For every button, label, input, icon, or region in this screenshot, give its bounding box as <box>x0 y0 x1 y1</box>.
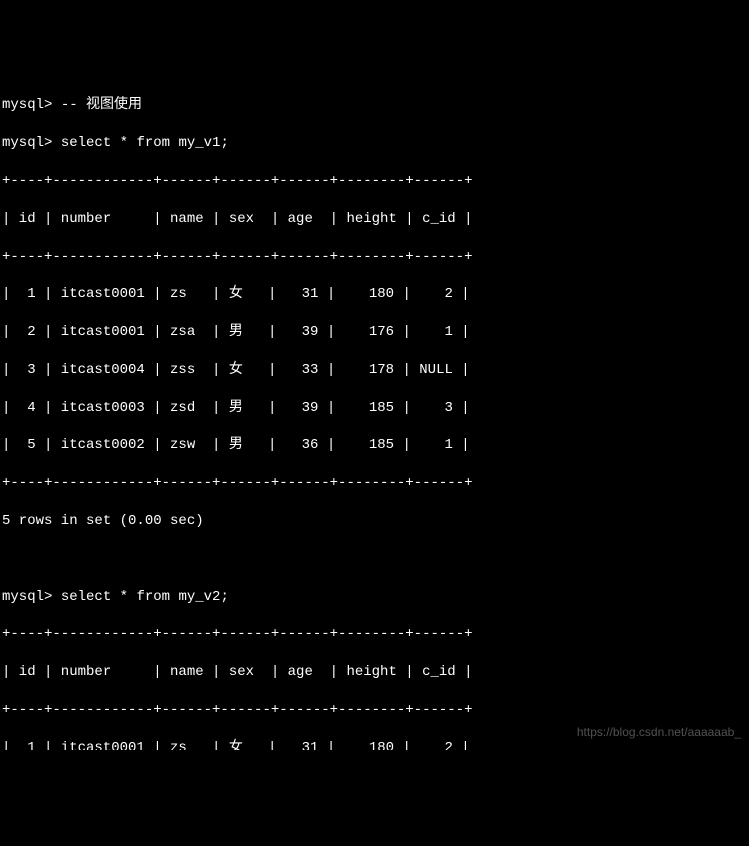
query-2: select * from my_v2; <box>61 589 229 605</box>
table-sep: +----+------------+------+------+------+… <box>2 625 749 644</box>
table-row: | 1 | itcast0001 | zs | 女 | 31 | 180 | 2… <box>2 739 749 750</box>
table-sep: +----+------------+------+------+------+… <box>2 248 749 267</box>
watermark-text: https://blog.csdn.net/aaaaaab_ <box>577 724 741 740</box>
table-row: | 5 | itcast0002 | zsw | 男 | 36 | 185 | … <box>2 436 749 455</box>
prompt: mysql> <box>2 97 52 113</box>
table-header: | id | number | name | sex | age | heigh… <box>2 210 749 229</box>
table-row: | 1 | itcast0001 | zs | 女 | 31 | 180 | 2… <box>2 285 749 304</box>
blank <box>2 550 749 569</box>
result-1: 5 rows in set (0.00 sec) <box>2 512 749 531</box>
table-sep: +----+------------+------+------+------+… <box>2 701 749 720</box>
terminal-container: { "prompt": "mysql>", "comment": "-- 视图使… <box>2 21 749 750</box>
table-row: | 3 | itcast0004 | zss | 女 | 33 | 178 | … <box>2 361 749 380</box>
table-row: | 4 | itcast0003 | zsd | 男 | 39 | 185 | … <box>2 399 749 418</box>
query-line-1: mysql> select * from my_v1; <box>2 134 749 153</box>
query-line-2: mysql> select * from my_v2; <box>2 588 749 607</box>
table-header: | id | number | name | sex | age | heigh… <box>2 663 749 682</box>
table-row: | 2 | itcast0001 | zsa | 男 | 39 | 176 | … <box>2 323 749 342</box>
comment-text: -- 视图使用 <box>61 97 142 113</box>
prompt: mysql> <box>2 135 52 151</box>
table-sep: +----+------------+------+------+------+… <box>2 474 749 493</box>
table-sep: +----+------------+------+------+------+… <box>2 172 749 191</box>
comment-line: mysql> -- 视图使用 <box>2 96 749 115</box>
prompt: mysql> <box>2 589 52 605</box>
query-1: select * from my_v1; <box>61 135 229 151</box>
